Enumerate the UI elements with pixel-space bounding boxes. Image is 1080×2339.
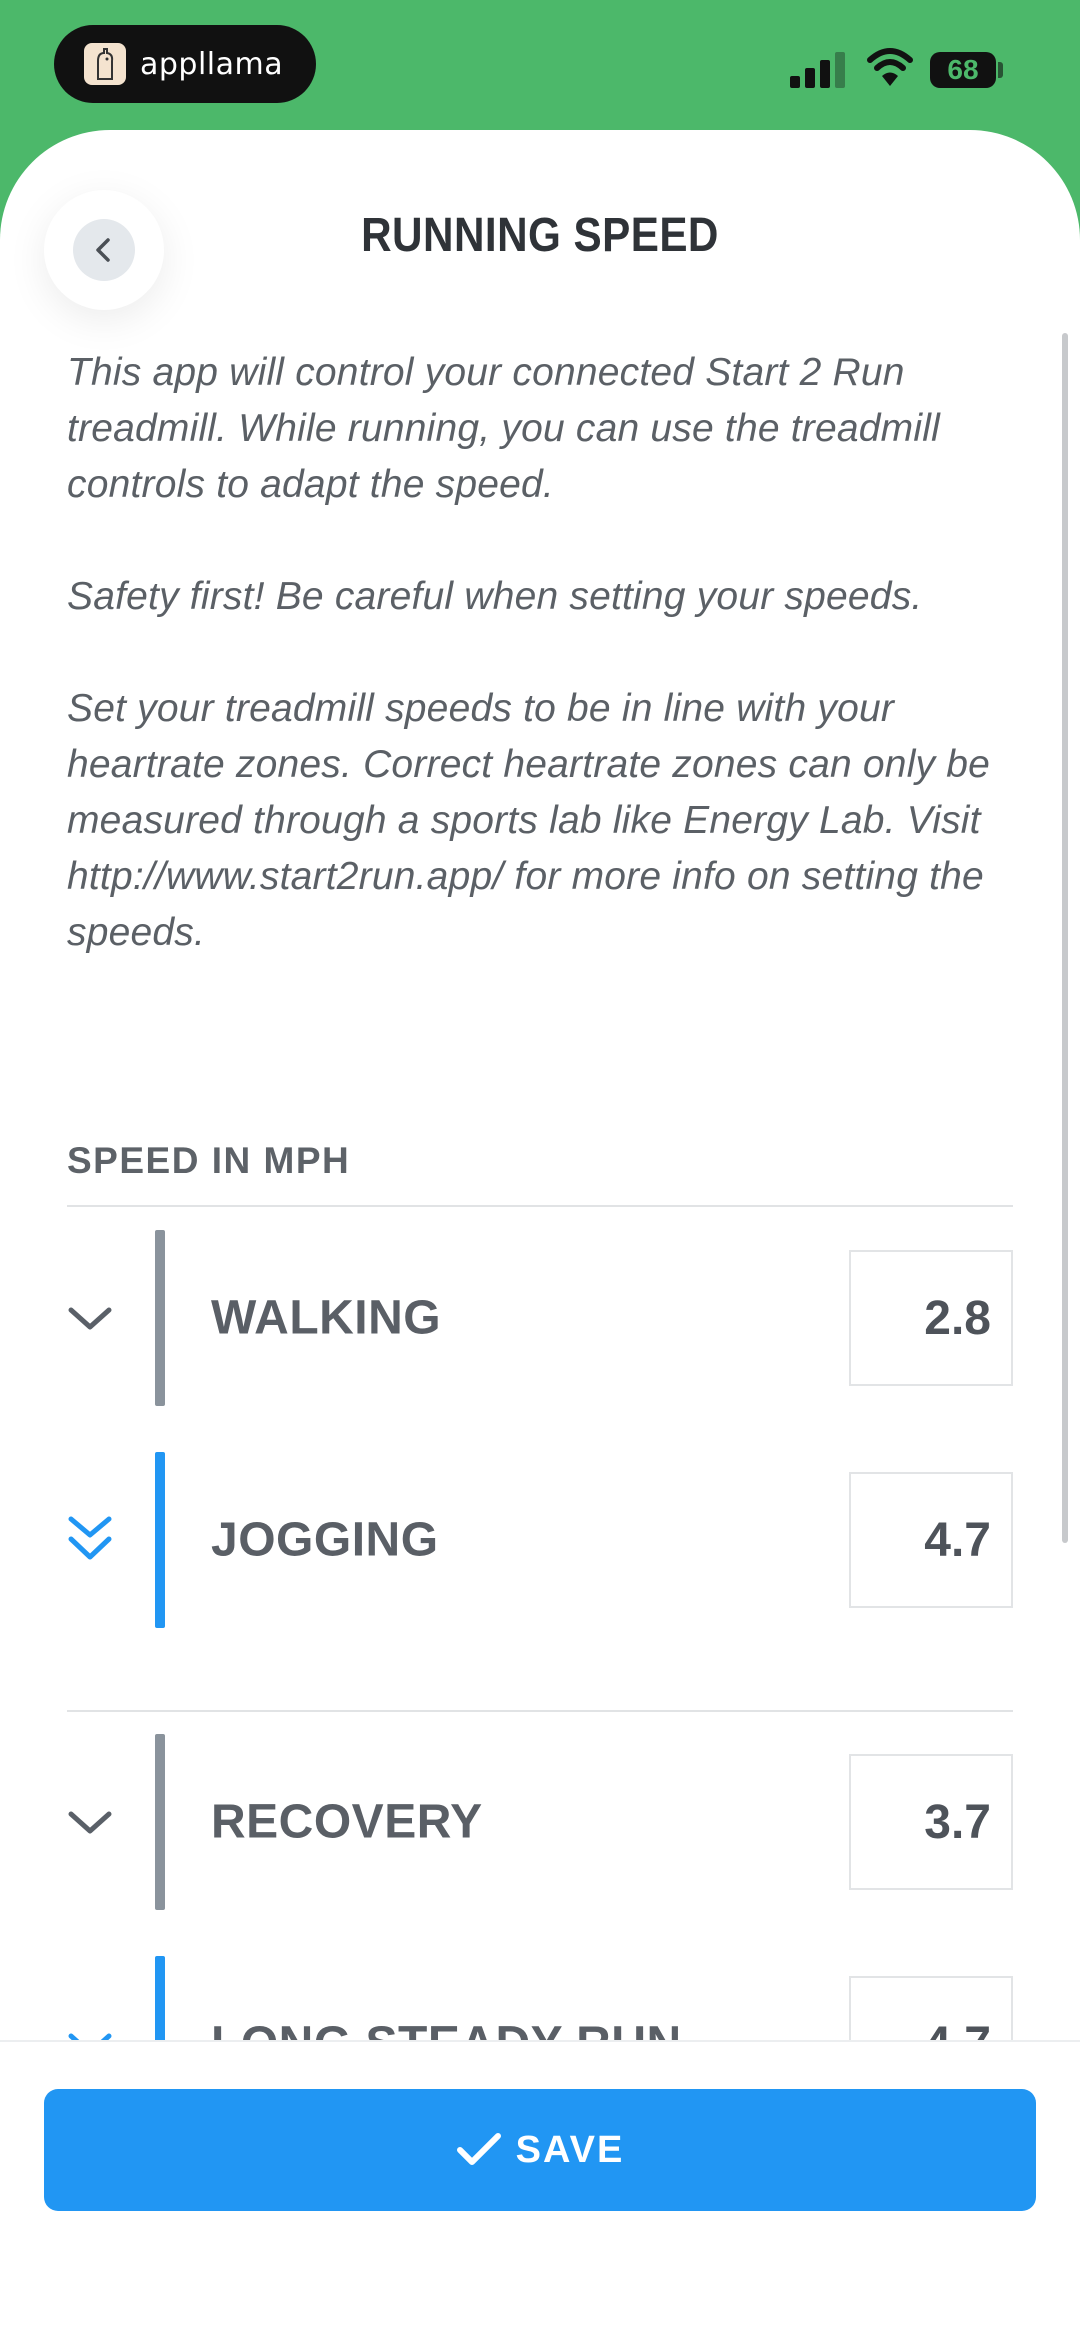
page-title: RUNNING SPEED	[361, 209, 719, 262]
battery-icon: 68	[930, 52, 996, 88]
speed-value-input[interactable]: 4.7	[849, 1472, 1013, 1608]
chevron-down-icon[interactable]	[67, 1295, 113, 1341]
double-chevron-down-icon[interactable]	[67, 1513, 113, 1567]
llama-logo-icon	[84, 43, 126, 85]
battery-tip	[998, 62, 1003, 78]
speed-value-input[interactable]: 3.7	[849, 1754, 1013, 1890]
speed-label: RECOVERY	[211, 1795, 483, 1849]
speed-label: JOGGING	[211, 1513, 439, 1567]
chevron-down-icon[interactable]	[67, 1799, 113, 1845]
battery-level: 68	[947, 54, 979, 85]
speed-row-jogging[interactable]: JOGGING 4.7	[67, 1452, 1013, 1628]
speed-row-recovery[interactable]: RECOVERY 3.7	[67, 1734, 1013, 1910]
checkmark-icon	[456, 2133, 501, 2165]
group-divider	[67, 1710, 1013, 1712]
status-bar: appllama 68	[0, 0, 1080, 130]
save-label: SAVE	[515, 2128, 625, 2171]
app-indicator-pill[interactable]: appllama	[54, 25, 316, 103]
intro-text: This app will control your connected Sta…	[67, 345, 1027, 1017]
scrollbar[interactable]	[1062, 333, 1068, 1543]
intro-paragraph: This app will control your connected Sta…	[67, 351, 940, 506]
section-divider	[67, 1205, 1013, 1207]
section-label: SPEED IN MPH	[67, 1140, 351, 1181]
intro-paragraph: Set your treadmill speeds to be in line …	[67, 687, 991, 954]
speed-value-input[interactable]: 2.8	[849, 1250, 1013, 1386]
speed-row-walking[interactable]: WALKING 2.8	[67, 1230, 1013, 1406]
zone-color-bar	[155, 1734, 165, 1910]
cellular-signal-icon	[790, 52, 845, 88]
settings-sheet: RUNNING SPEED This app will control your…	[0, 130, 1080, 2337]
speed-label: WALKING	[211, 1291, 442, 1345]
bottom-action-bar: SAVE	[0, 2040, 1080, 2339]
zone-color-bar	[155, 1230, 165, 1406]
intro-paragraph: Safety first! Be careful when setting yo…	[67, 575, 923, 618]
save-button[interactable]: SAVE	[44, 2089, 1036, 2211]
wifi-icon	[867, 48, 913, 86]
zone-color-bar	[155, 1452, 165, 1628]
app-name: appllama	[140, 46, 284, 82]
